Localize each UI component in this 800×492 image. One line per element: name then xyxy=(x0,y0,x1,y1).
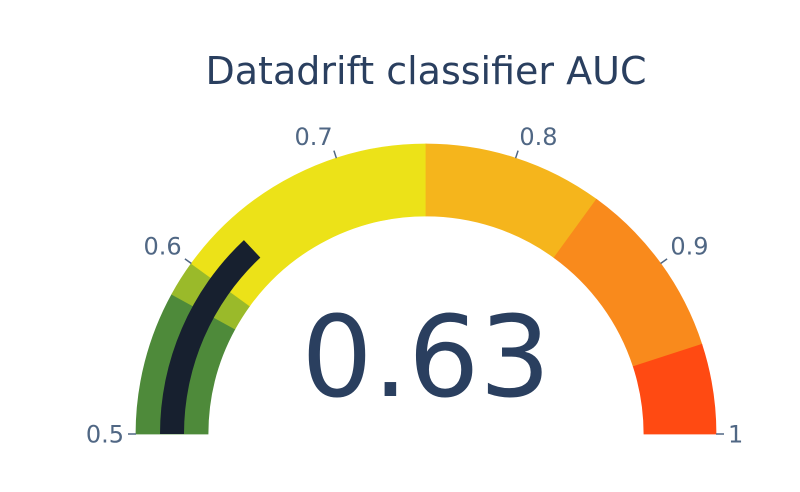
gauge-tick-mark-4 xyxy=(660,258,668,265)
gauge-tick-mark-2 xyxy=(333,150,338,159)
chart-title: Datadrift classifier AUC xyxy=(206,49,647,93)
gauge-value-number: 0.63 xyxy=(301,293,550,423)
gauge-canvas: Datadrift classifier AUC 0.5 0.6 0.7 0.8 0.9… xyxy=(86,49,743,448)
gauge-tick-mark-3 xyxy=(514,150,519,159)
gauge-tick-label-4: 0.9 xyxy=(670,232,708,260)
gauge-tick-label-1: 0.6 xyxy=(144,232,182,260)
gauge-tick-mark-1 xyxy=(184,258,192,265)
gauge-chart: Datadrift classifier AUC 0.5 0.6 0.7 0.8 0.9… xyxy=(0,0,800,492)
gauge-tick-label-2: 0.7 xyxy=(295,123,333,151)
gauge-tick-label-3: 0.8 xyxy=(519,123,557,151)
gauge-tick-label-5: 1 xyxy=(728,420,743,448)
gauge-tick-label-0: 0.5 xyxy=(86,420,124,448)
